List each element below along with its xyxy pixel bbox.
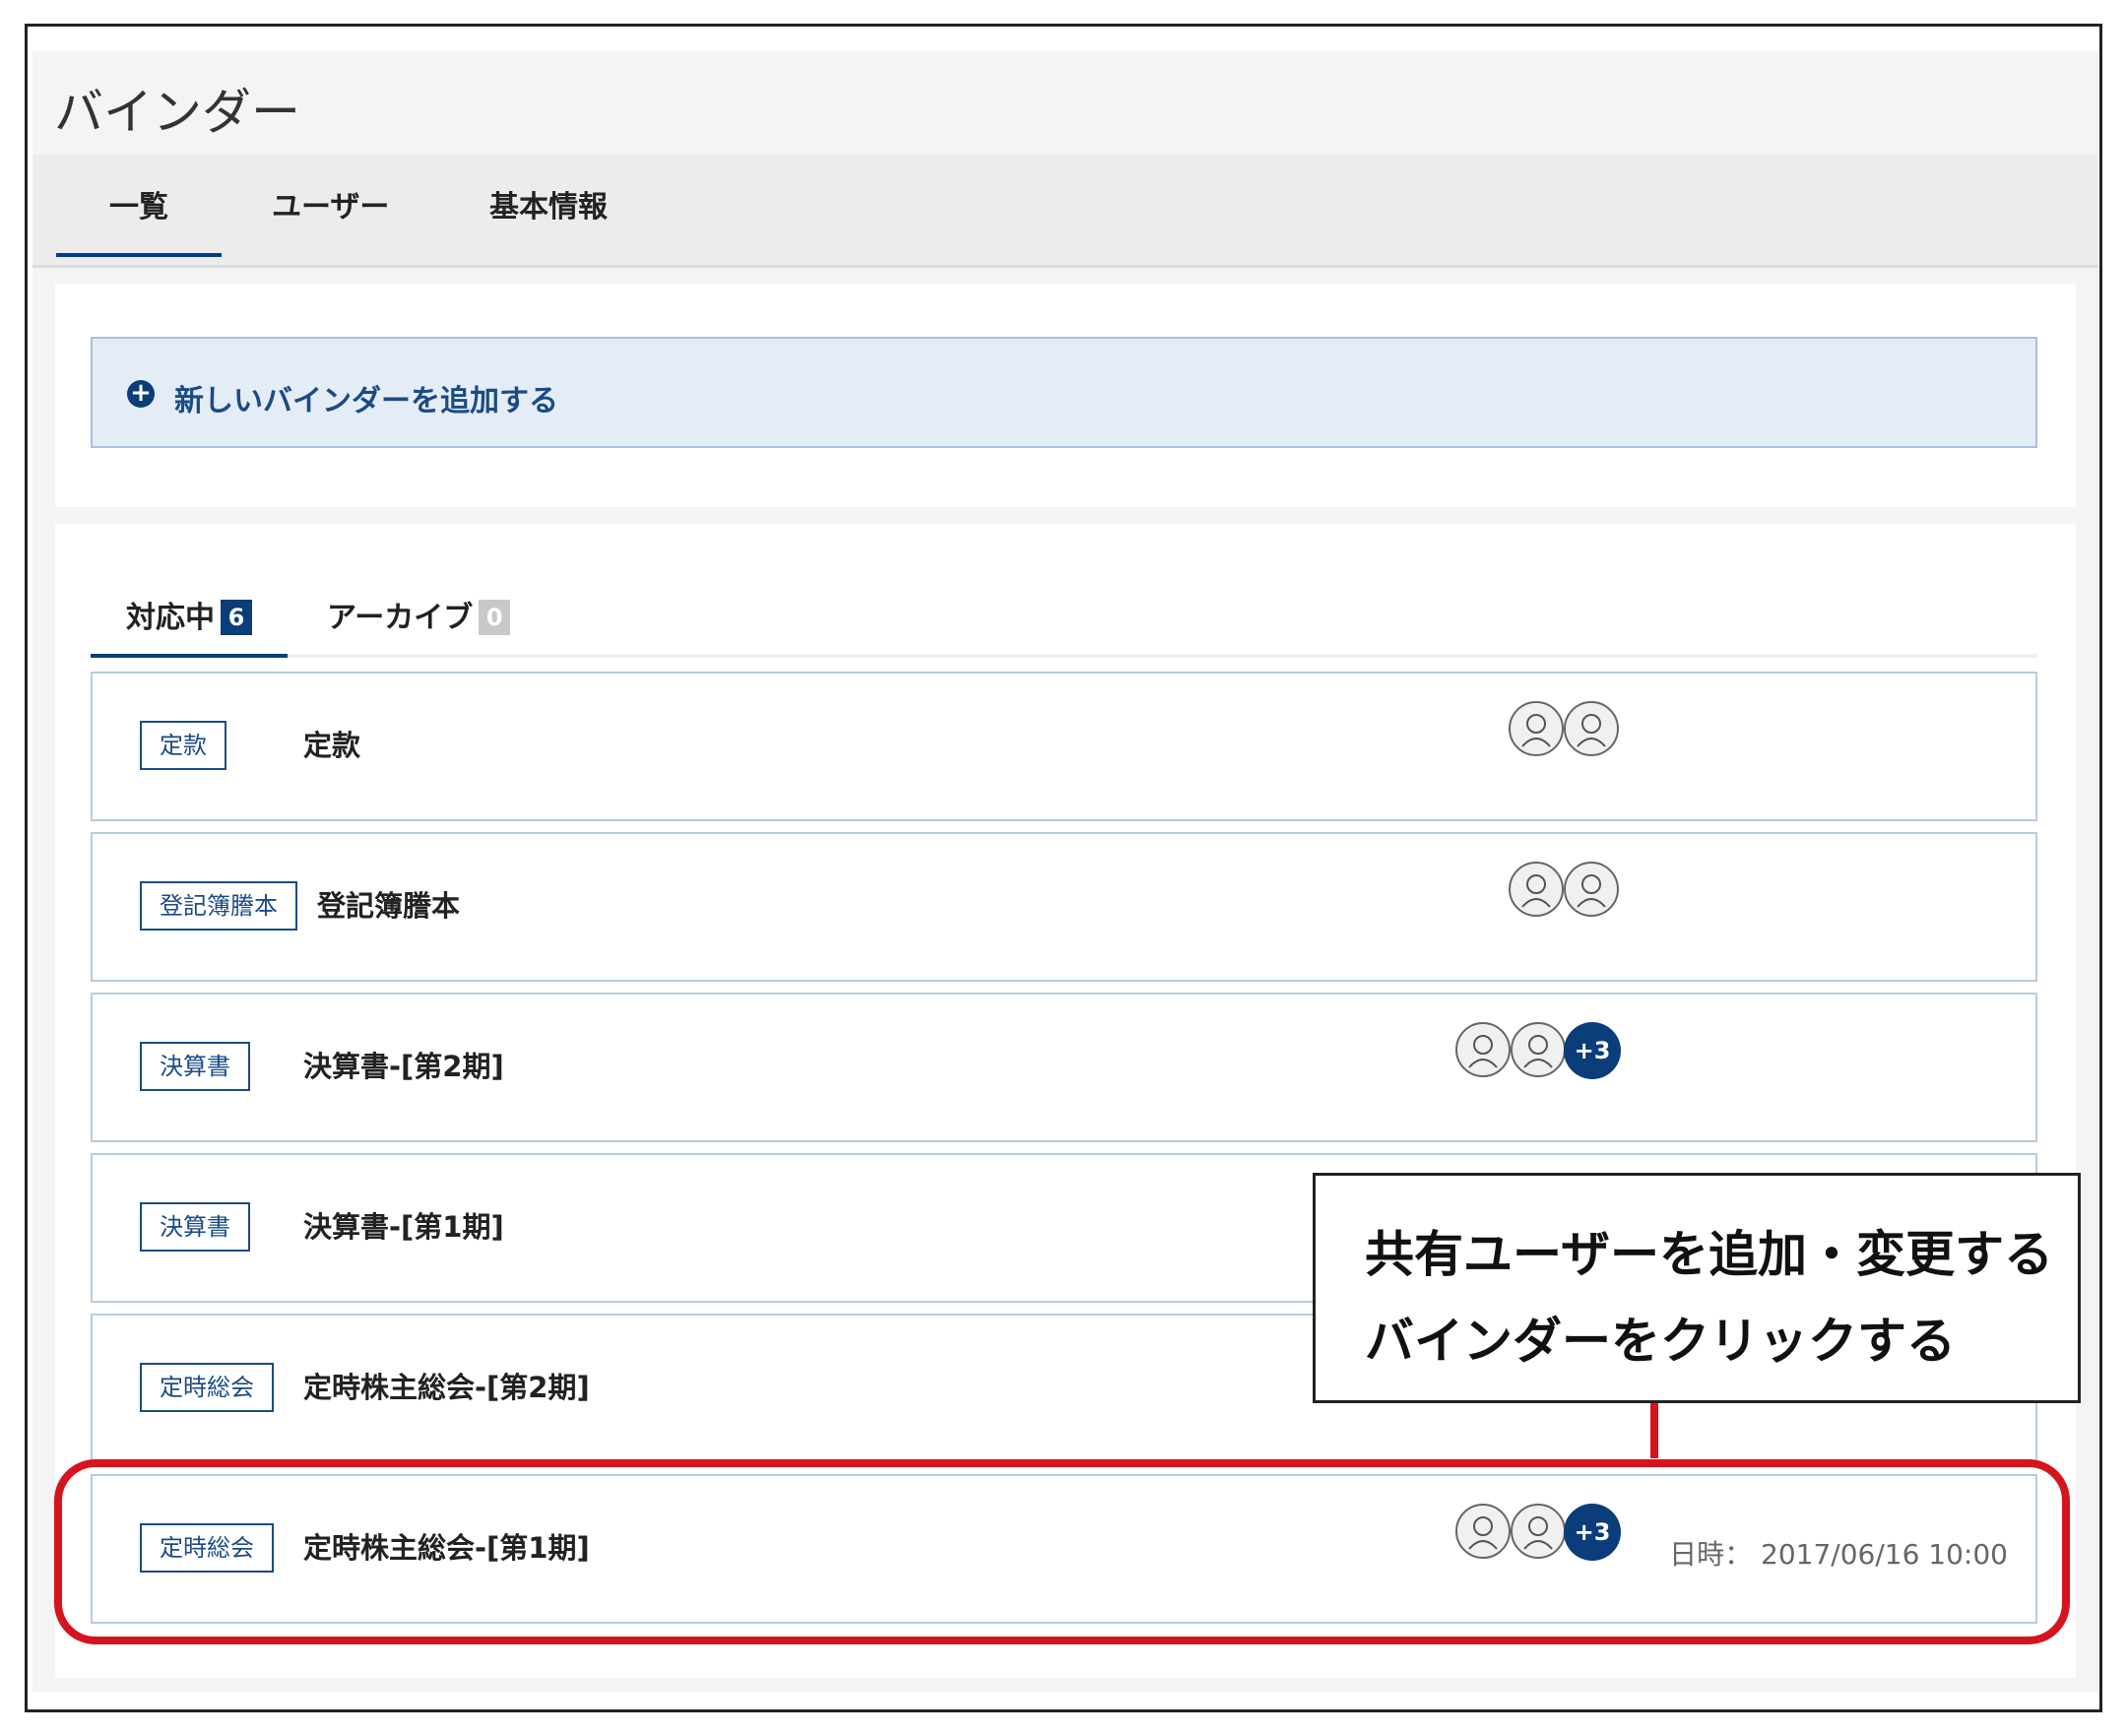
page-title: バインダー (54, 84, 300, 141)
binder-title: 定款 (303, 729, 361, 762)
more-users-badge[interactable]: +3 (1564, 1022, 1621, 1079)
user-avatar-icon (1455, 1022, 1511, 1077)
binder-tag: 定時総会 (140, 1363, 274, 1412)
binder-title: 決算書-[第1期] (303, 1210, 504, 1244)
tab-bar: 一覧 ユーザー 基本情報 (32, 155, 2098, 268)
binder-app: バインダー 一覧 ユーザー 基本情報 + 新しいバインダーを追加する 対応中 6 … (32, 51, 2098, 1692)
highlight-box (54, 1459, 2070, 1644)
archive-count-badge: 0 (479, 600, 511, 635)
status-tabs: 対応中 6 アーカイブ 0 (91, 593, 2037, 658)
tab-list[interactable]: 一覧 (56, 182, 222, 257)
callout-connector (1650, 1403, 1658, 1458)
subtab-archive[interactable]: アーカイブ 0 (327, 593, 511, 654)
tab-users[interactable]: ユーザー (272, 182, 389, 225)
user-avatar-icon (1511, 1022, 1566, 1077)
binder-title: 決算書-[第2期] (303, 1050, 504, 1083)
user-avatar-icon (1564, 862, 1619, 917)
add-binder-button[interactable]: + 新しいバインダーを追加する (91, 337, 2037, 448)
user-avatar-icon (1509, 701, 1564, 756)
user-avatar-icon (1564, 701, 1619, 756)
add-binder-label: 新しいバインダーを追加する (174, 384, 558, 418)
add-binder-card: + 新しいバインダーを追加する (55, 284, 2076, 507)
subtab-active[interactable]: 対応中 6 (91, 593, 288, 658)
binder-row[interactable]: 決算書 決算書-[第2期] +3 (91, 993, 2037, 1142)
binder-tag: 定款 (140, 721, 226, 770)
binder-title: 定時株主総会-[第2期] (303, 1371, 590, 1404)
callout-line-1: 共有ユーザーを追加・変更する (1365, 1226, 2053, 1283)
subtab-archive-label: アーカイブ (327, 601, 474, 635)
user-avatar-icon (1509, 862, 1564, 917)
binder-tag: 決算書 (140, 1042, 250, 1091)
binder-row[interactable]: 定款 定款 (91, 672, 2037, 821)
binder-row[interactable]: 登記簿謄本 登記簿謄本 (91, 832, 2037, 982)
binder-tag: 決算書 (140, 1202, 250, 1252)
binder-tag: 登記簿謄本 (140, 881, 297, 931)
tab-basic-info[interactable]: 基本情報 (489, 182, 608, 225)
plus-circle-icon: + (127, 380, 155, 408)
callout-line-2: バインダーをクリックする (1365, 1313, 1956, 1370)
subtab-active-label: 対応中 (126, 601, 215, 635)
binder-title: 登記簿謄本 (317, 889, 461, 923)
instruction-callout: 共有ユーザーを追加・変更する バインダーをクリックする (1313, 1173, 2081, 1403)
active-count-badge: 6 (221, 600, 252, 635)
